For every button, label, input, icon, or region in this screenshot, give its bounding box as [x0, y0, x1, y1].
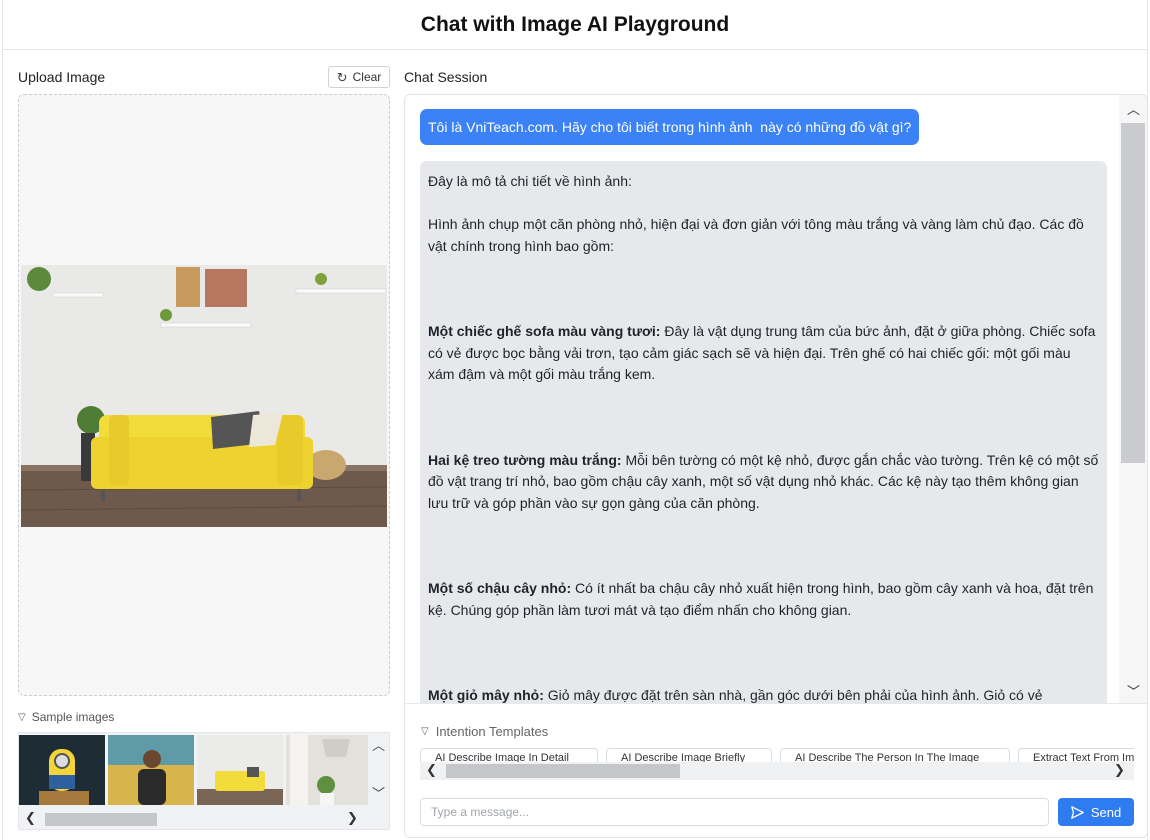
scrollbar-thumb[interactable]: [1121, 123, 1145, 463]
assistant-item: Hai kệ treo tường màu trắng: Mỗi bên tườ…: [428, 450, 1099, 515]
scroll-up-icon[interactable]: ︿: [1127, 99, 1140, 118]
send-button[interactable]: Send: [1058, 798, 1134, 826]
user-message: Tôi là VniTeach.com. Hãy cho tôi biết tr…: [420, 109, 920, 145]
sample-images-label: Sample images: [31, 710, 115, 724]
app-header: Chat with Image AI Playground: [3, 0, 1147, 50]
templates-horizontal-scrollbar[interactable]: ❮ ❯: [420, 762, 1134, 780]
yellow-sofa-image: [197, 735, 283, 805]
scrollbar-thumb[interactable]: [45, 813, 157, 826]
assistant-intro: Đây là mô tả chi tiết về hình ảnh:: [428, 173, 632, 189]
send-icon: [1070, 805, 1084, 819]
clear-button[interactable]: ↻ Clear: [328, 66, 390, 88]
scroll-left-icon[interactable]: ❮: [25, 810, 36, 826]
sample-thumbnail[interactable]: [286, 735, 368, 805]
item-title: Một giỏ mây nhỏ:: [428, 687, 544, 703]
sample-thumbnail[interactable]: [19, 735, 105, 805]
chat-session-box: Tôi là VniTeach.com. Hãy cho tôi biết tr…: [404, 94, 1148, 838]
scrollbar-thumb[interactable]: [446, 764, 680, 778]
gallery-scroll-down-icon[interactable]: ﹀: [372, 783, 385, 802]
chat-vertical-scrollbar[interactable]: ︿ ﹀: [1119, 95, 1147, 703]
person-portrait-image: [108, 735, 194, 805]
scroll-left-icon[interactable]: ❮: [426, 762, 437, 778]
item-title: Một số chậu cây nhỏ:: [428, 580, 572, 596]
chat-session-label: Chat Session: [404, 69, 488, 85]
sample-thumbnail[interactable]: [197, 735, 283, 805]
upload-label: Upload Image: [18, 69, 106, 85]
page-title: Chat with Image AI Playground: [420, 12, 730, 36]
scroll-right-icon[interactable]: ❯: [347, 810, 358, 826]
chevron-down-icon: ▽: [18, 711, 26, 723]
message-list: Tôi là VniTeach.com. Hãy cho tôi biết tr…: [405, 95, 1119, 703]
chevron-down-icon: ▽: [421, 726, 429, 737]
clear-button-label: Clear: [352, 70, 382, 84]
sample-thumbnail[interactable]: [108, 735, 194, 805]
assistant-message: Đây là mô tả chi tiết về hình ảnh: Hình …: [420, 161, 1107, 703]
gallery-scroll-up-icon[interactable]: ︿: [372, 735, 385, 754]
intention-templates-label: Intention Templates: [435, 724, 549, 739]
refresh-icon: ↻: [336, 69, 348, 85]
scroll-right-icon[interactable]: ❯: [1114, 762, 1125, 778]
template-buttons-strip: AI Describe Image In Detail AI Describe …: [420, 748, 1134, 790]
app-window: Chat with Image AI Playground Upload Ima…: [2, 0, 1148, 840]
sample-images-toggle[interactable]: ▽ Sample images: [18, 710, 114, 724]
gallery-horizontal-scrollbar[interactable]: ❮ ❯: [19, 809, 375, 829]
item-title: Hai kệ treo tường màu trắng:: [428, 451, 622, 468]
assistant-item: Một chiếc ghế sofa màu vàng tươi: Đây là…: [428, 321, 1099, 386]
lamp-plant-image: [286, 735, 368, 805]
uploaded-image: [21, 265, 387, 527]
sample-images-gallery: ︿ ﹀ ❮ ❯: [18, 732, 390, 830]
message-input[interactable]: [420, 798, 1049, 826]
item-text: Giỏ mây được đặt trên sàn nhà, gần góc d…: [543, 687, 1043, 703]
composer-area: ▽ Intention Templates AI Describe Image …: [405, 703, 1147, 837]
assistant-overview: Hình ảnh chụp một căn phòng nhỏ, hiện đạ…: [428, 216, 1084, 254]
intention-templates-toggle[interactable]: ▽ Intention Templates: [421, 724, 548, 739]
image-upload-dropzone[interactable]: [18, 94, 390, 696]
scroll-down-icon[interactable]: ﹀: [1127, 681, 1140, 700]
assistant-item: Một số chậu cây nhỏ: Có ít nhất ba chậu …: [428, 578, 1099, 621]
item-title: Một chiếc ghế sofa màu vàng tươi:: [428, 323, 661, 339]
assistant-item: Một giỏ mây nhỏ: Giỏ mây được đặt trên s…: [428, 685, 1099, 703]
minion-figure-image: [19, 735, 105, 805]
send-button-label: Send: [1090, 804, 1122, 820]
